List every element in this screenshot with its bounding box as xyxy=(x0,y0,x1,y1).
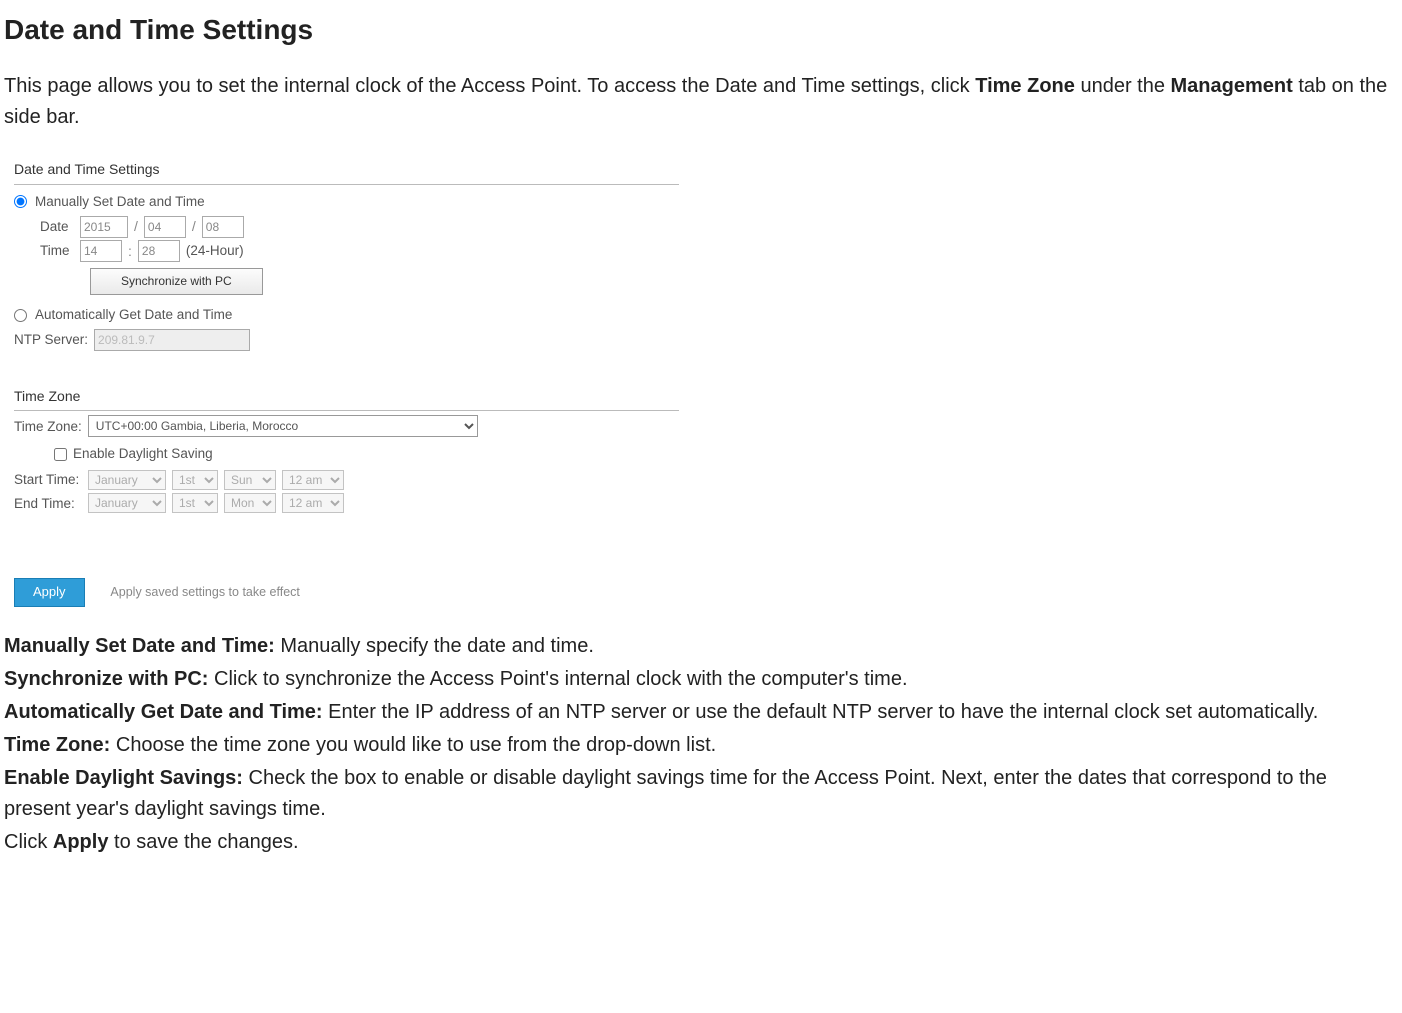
timezone-select[interactable]: UTC+00:00 Gambia, Liberia, Morocco xyxy=(88,415,478,437)
start-time-label: Start Time: xyxy=(14,469,82,491)
start-week-select[interactable]: 1st xyxy=(172,470,218,490)
radio-manual[interactable] xyxy=(14,195,27,208)
dst-checkbox[interactable] xyxy=(54,448,67,461)
date-year-input[interactable] xyxy=(80,216,128,238)
page-title: Date and Time Settings xyxy=(4,8,1398,51)
time-min-input[interactable] xyxy=(138,240,180,262)
radio-auto[interactable] xyxy=(14,309,27,322)
apply-caption: Apply saved settings to take effect xyxy=(110,585,299,599)
ntp-server-label: NTP Server: xyxy=(14,329,88,351)
time-hour-input[interactable] xyxy=(80,240,122,262)
time-suffix: (24-Hour) xyxy=(186,240,244,262)
date-label: Date xyxy=(40,216,74,238)
panel-heading-timezone: Time Zone xyxy=(14,385,679,411)
end-week-select[interactable]: 1st xyxy=(172,493,218,513)
radio-manual-label: Manually Set Date and Time xyxy=(35,191,205,213)
timezone-label: Time Zone: xyxy=(14,416,82,438)
end-hour-select[interactable]: 12 am xyxy=(282,493,344,513)
definitions-block: Manually Set Date and Time: Manually spe… xyxy=(4,631,1398,858)
end-day-select[interactable]: Mon xyxy=(224,493,276,513)
end-time-label: End Time: xyxy=(14,493,82,515)
settings-screenshot: Date and Time Settings Manually Set Date… xyxy=(14,158,679,607)
sync-with-pc-button[interactable]: Synchronize with PC xyxy=(90,268,263,295)
dst-label: Enable Daylight Saving xyxy=(73,443,213,465)
date-day-input[interactable] xyxy=(202,216,244,238)
start-month-select[interactable]: January xyxy=(88,470,166,490)
start-hour-select[interactable]: 12 am xyxy=(282,470,344,490)
end-month-select[interactable]: January xyxy=(88,493,166,513)
radio-auto-label: Automatically Get Date and Time xyxy=(35,304,232,326)
date-month-input[interactable] xyxy=(144,216,186,238)
start-day-select[interactable]: Sun xyxy=(224,470,276,490)
ntp-server-input[interactable] xyxy=(94,329,250,351)
apply-button[interactable]: Apply xyxy=(14,578,85,607)
panel-heading-datetime: Date and Time Settings xyxy=(14,158,679,184)
time-label: Time xyxy=(40,240,74,262)
intro-paragraph: This page allows you to set the internal… xyxy=(4,71,1398,133)
